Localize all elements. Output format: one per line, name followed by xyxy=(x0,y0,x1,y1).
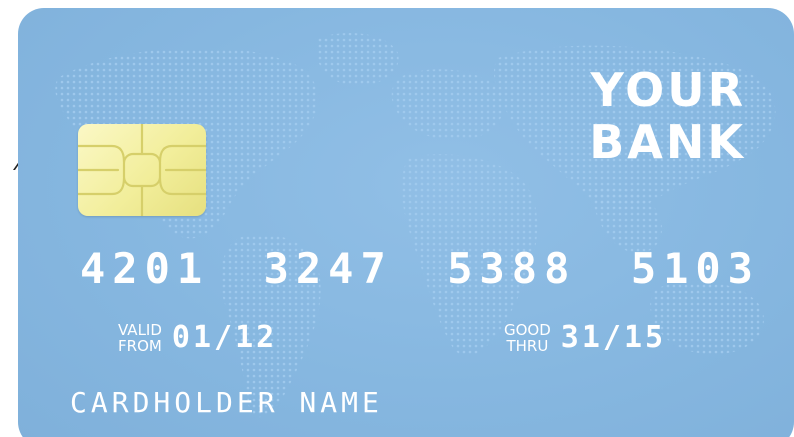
bank-name-line1: YOUR xyxy=(590,63,746,117)
good-thru: GOOD THRU 31/15 xyxy=(504,320,666,355)
valid-from-label-bottom: FROM xyxy=(118,336,162,355)
credit-card: YOUR BANK 4201 3247 5388 5103 VALID FROM… xyxy=(18,8,794,437)
card-number: 4201 3247 5388 5103 xyxy=(80,244,760,293)
valid-from: VALID FROM 01/12 xyxy=(118,320,277,355)
good-thru-value: 31/15 xyxy=(560,320,667,355)
cardholder-name: CARDHOLDER NAME xyxy=(70,386,383,419)
chip-icon xyxy=(78,124,206,216)
bank-name-line2: BANK xyxy=(589,115,746,169)
good-thru-label-bottom: THRU xyxy=(506,336,549,355)
valid-from-label: VALID FROM xyxy=(118,322,162,354)
bank-name: YOUR BANK xyxy=(589,64,746,168)
card-number-group-1: 4201 xyxy=(80,244,210,293)
valid-from-label-top: VALID xyxy=(118,320,162,339)
card-dates: VALID FROM 01/12 GOOD THRU 31/15 xyxy=(118,320,758,370)
card-number-group-4: 5103 xyxy=(630,244,760,293)
good-thru-label-top: GOOD xyxy=(504,320,551,339)
card-number-group-3: 5388 xyxy=(447,244,577,293)
valid-from-value: 01/12 xyxy=(171,320,278,355)
card-number-group-2: 3247 xyxy=(263,244,393,293)
good-thru-label: GOOD THRU xyxy=(504,322,551,354)
stage: YOUR BANK 4201 3247 5388 5103 VALID FROM… xyxy=(0,0,794,437)
